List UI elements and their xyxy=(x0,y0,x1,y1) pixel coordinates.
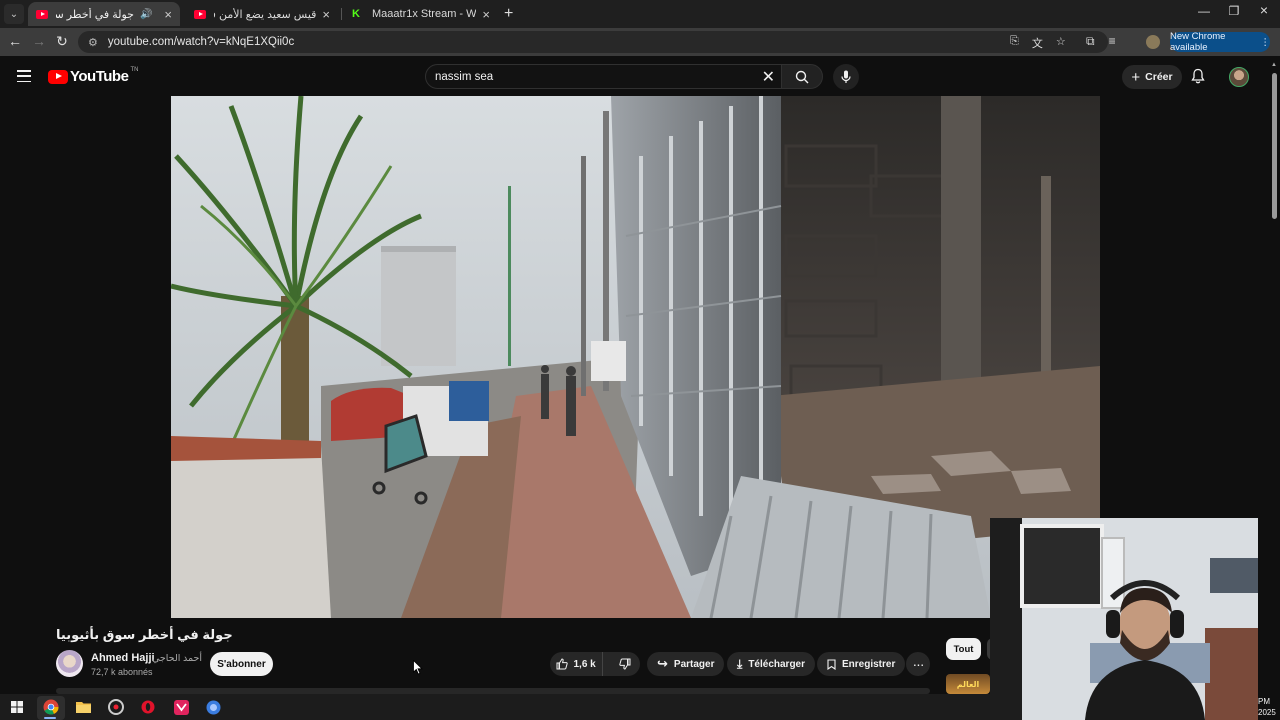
create-label: Créer xyxy=(1145,71,1173,83)
taskbar-active-indicator xyxy=(44,717,56,719)
voice-search-button[interactable] xyxy=(833,64,859,90)
youtube-header: YouTube TN ✕ + Créer xyxy=(0,56,1280,96)
extension-icons: ⧉ ≡ xyxy=(1086,34,1116,49)
subscribe-button[interactable]: S'abonner xyxy=(210,652,273,676)
opera-gx-icon[interactable] xyxy=(139,698,157,716)
notifications-bell-icon[interactable] xyxy=(1191,68,1205,84)
share-button[interactable]: ↪ Partager xyxy=(647,652,725,676)
close-icon[interactable]: × xyxy=(164,7,172,22)
extensions-puzzle-icon[interactable]: ⧉ xyxy=(1086,34,1095,49)
install-app-icon[interactable]: ⎘ xyxy=(1010,35,1019,51)
tab-divider xyxy=(341,8,342,20)
create-button[interactable]: + Créer xyxy=(1122,65,1182,89)
download-icon: ⤓ xyxy=(737,656,743,671)
bookmark-star-icon[interactable]: ☆ xyxy=(1056,35,1066,51)
restore-icon[interactable]: ❐ xyxy=(1224,4,1244,18)
webcam-overlay xyxy=(990,518,1258,720)
back-arrow-icon[interactable]: ← xyxy=(6,33,24,49)
chip-all[interactable]: Tout xyxy=(946,638,981,660)
logo-wordmark: YouTube xyxy=(70,68,129,85)
youtube-icon xyxy=(194,9,206,19)
kick-icon: K xyxy=(352,8,360,20)
app-blue-orb-icon[interactable] xyxy=(204,698,222,716)
file-explorer-icon[interactable] xyxy=(74,698,92,716)
close-window-icon[interactable]: × xyxy=(1254,2,1274,18)
thumbs-up-icon xyxy=(556,658,569,670)
scroll-up-arrow-icon[interactable]: ▲ xyxy=(1271,62,1277,68)
subscriber-count: 72,7 k abonnés xyxy=(91,667,153,677)
share-arrow-icon: ↪ xyxy=(657,656,668,671)
browser-tab-2[interactable]: قيس سعيد يضع الأمن في حالة تأ × xyxy=(186,2,338,26)
browser-tab-1[interactable]: جولة في أخطر سوق بأثيوبيا - 🔊 × xyxy=(28,2,180,26)
like-count: 1,6 k xyxy=(573,658,596,670)
tab-title: جولة في أخطر سوق بأثيوبيا - xyxy=(56,8,134,21)
video-frame xyxy=(171,96,1100,618)
microphone-icon xyxy=(841,70,851,83)
bookmark-icon xyxy=(827,658,836,670)
forward-arrow-icon[interactable]: → xyxy=(30,33,48,49)
browser-toolbar: ← → ↻ ⚙ youtube.com/watch?v=kNqE1XQii0c … xyxy=(0,28,1280,56)
search-icon xyxy=(795,70,809,83)
account-avatar[interactable] xyxy=(1229,67,1249,87)
video-player[interactable] xyxy=(171,96,1100,618)
scrollbar-thumb[interactable] xyxy=(1272,73,1277,219)
tab-search-chevron-icon[interactable]: ⌄ xyxy=(4,4,24,24)
streamer-webcam-frame xyxy=(990,518,1258,720)
plus-icon: + xyxy=(1131,68,1141,86)
tab-title: قيس سعيد يضع الأمن في حالة تأ xyxy=(214,8,317,21)
save-button[interactable]: Enregistrer xyxy=(817,652,906,676)
youtube-icon xyxy=(36,9,48,19)
chrome-profile-taskbar-icon[interactable] xyxy=(107,698,125,716)
new-tab-plus-icon[interactable]: + xyxy=(504,5,513,23)
youtube-logo[interactable]: YouTube TN xyxy=(48,66,139,85)
browser-tab-strip: ⌄ جولة في أخطر سوق بأثيوبيا - 🔊 × قيس سع… xyxy=(0,0,1280,28)
omnibox-action-icons: ⎘ 文 ☆ xyxy=(1010,35,1066,51)
windows-start-icon[interactable] xyxy=(8,698,26,716)
chrome-update-button[interactable]: New Chrome available ⋮ xyxy=(1170,31,1271,53)
reading-list-icon[interactable]: ≡ xyxy=(1109,34,1116,49)
system-clock[interactable]: PM 2025 xyxy=(1258,696,1276,718)
dislike-button[interactable] xyxy=(609,652,640,676)
chrome-update-label: New Chrome available xyxy=(1170,31,1226,53)
clock-line-2: 2025 xyxy=(1258,708,1276,717)
site-info-icon[interactable]: ⚙ xyxy=(88,36,98,49)
browser-tab-3[interactable]: K Maaatr1x Stream - Watch Live o × xyxy=(344,2,498,26)
close-icon[interactable]: × xyxy=(322,7,330,22)
logo-country-code: TN xyxy=(130,66,139,73)
reload-icon[interactable]: ↻ xyxy=(53,33,71,50)
url-text: youtube.com/watch?v=kNqE1XQii0c xyxy=(107,36,295,48)
like-dislike-group: 1,6 k xyxy=(550,652,640,676)
download-button[interactable]: ⤓ Télécharger xyxy=(727,652,816,676)
minimize-icon[interactable]: — xyxy=(1194,4,1214,18)
search-box: ✕ xyxy=(425,64,782,89)
translate-icon[interactable]: 文 xyxy=(1032,35,1043,51)
channel-name[interactable]: Ahmed Hajji xyxy=(91,652,155,664)
app-pink-icon[interactable] xyxy=(172,698,190,716)
speaker-icon[interactable]: 🔊 xyxy=(140,9,152,20)
recommended-video-thumbnail[interactable]: العالم xyxy=(946,674,990,694)
menu-hamburger-icon[interactable] xyxy=(17,70,31,82)
more-actions-ellipsis-icon[interactable]: ··· xyxy=(906,652,930,676)
save-label: Enregistrer xyxy=(842,658,896,670)
thumbs-down-icon xyxy=(618,658,631,670)
like-button[interactable]: 1,6 k xyxy=(550,652,604,676)
download-label: Télécharger xyxy=(748,658,806,670)
search-button[interactable] xyxy=(781,64,823,89)
tab-title: Maaatr1x Stream - Watch Live o xyxy=(372,8,477,20)
mouse-cursor-icon xyxy=(413,660,423,675)
profile-avatar[interactable] xyxy=(1146,35,1160,49)
kebab-menu-icon: ⋮ xyxy=(1260,36,1271,48)
clock-line-1: PM xyxy=(1258,697,1270,706)
search-input[interactable] xyxy=(435,70,735,83)
channel-avatar[interactable] xyxy=(56,650,83,677)
clear-search-icon[interactable]: ✕ xyxy=(762,67,775,87)
close-icon[interactable]: × xyxy=(482,7,490,22)
youtube-play-icon xyxy=(48,69,68,84)
share-label: Partager xyxy=(673,658,715,670)
channel-name-arabic: أحمد الحاجي xyxy=(152,653,202,664)
chrome-taskbar-icon[interactable] xyxy=(42,698,60,716)
address-bar[interactable]: ⚙ youtube.com/watch?v=kNqE1XQii0c xyxy=(78,31,1108,53)
video-title: جولة في أخطر سوق بأثيوبيا xyxy=(56,627,233,642)
